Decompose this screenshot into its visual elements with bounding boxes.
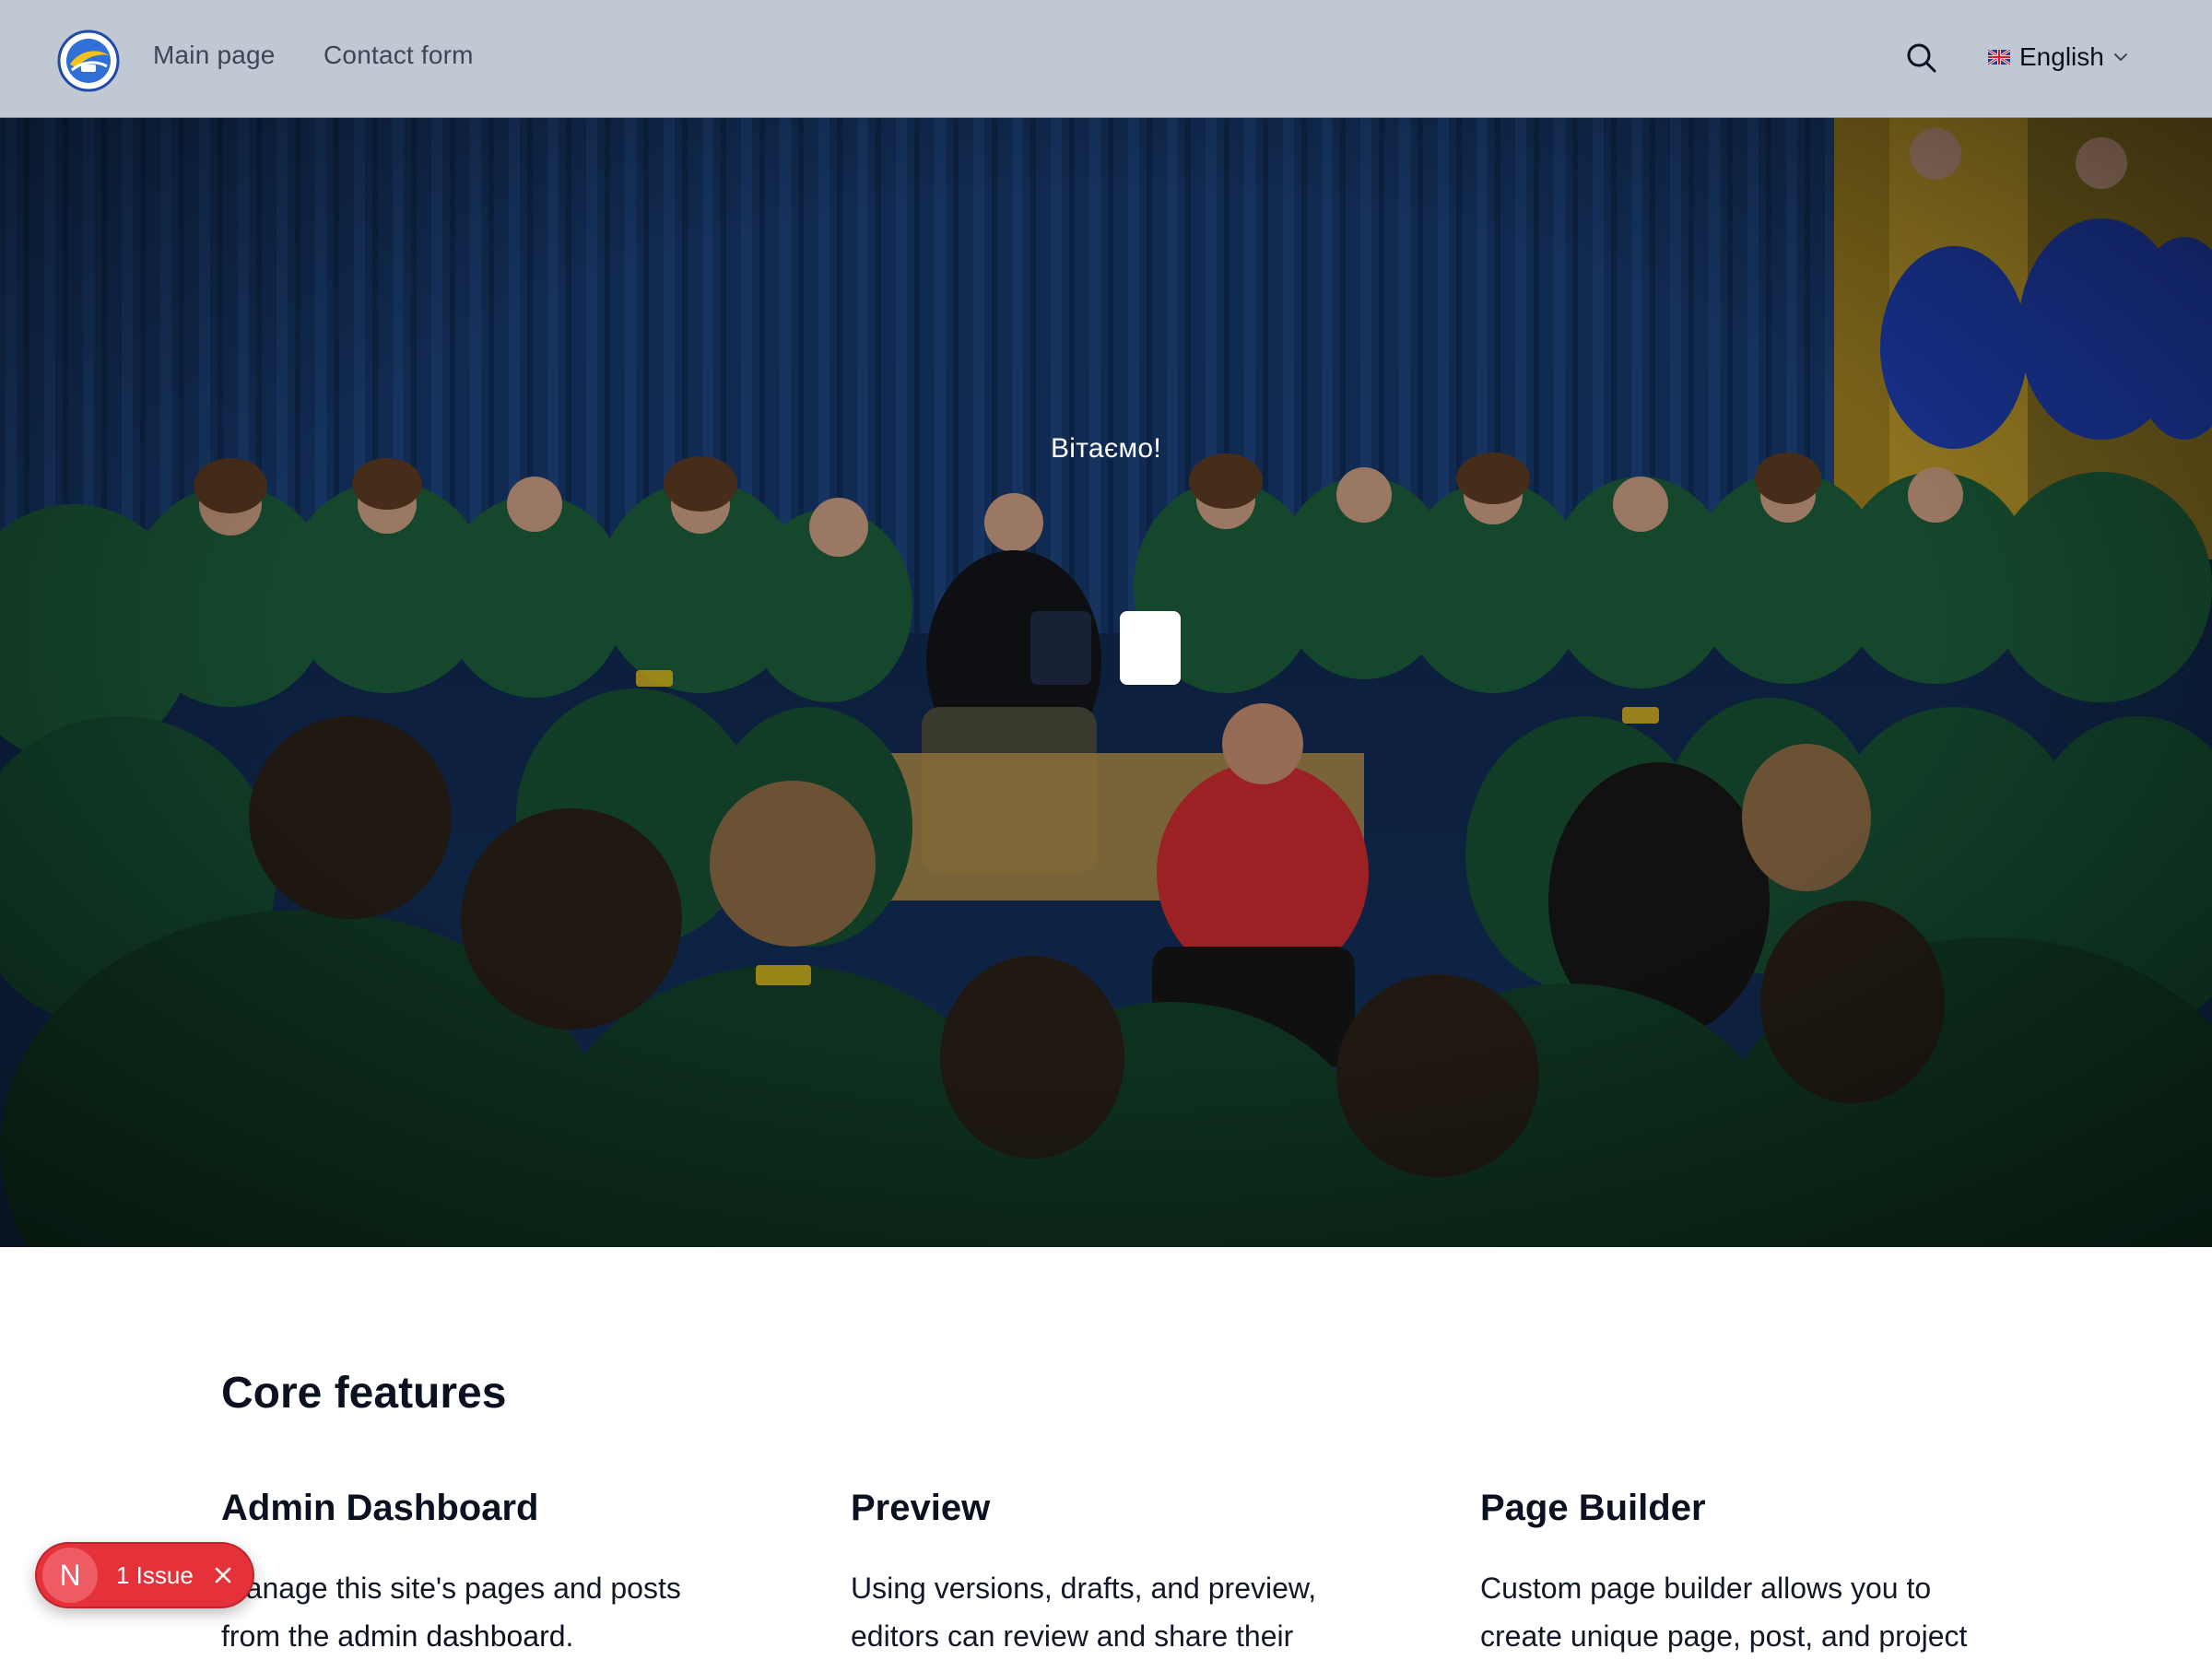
chevron-down-icon xyxy=(2113,53,2127,62)
issues-badge[interactable]: N 1 Issue xyxy=(35,1542,254,1608)
feature-text-part: . xyxy=(565,1619,574,1653)
language-label: English xyxy=(2019,42,2104,71)
nextjs-logo-icon: N xyxy=(42,1548,98,1603)
feature-text: Custom page builder allows you to create… xyxy=(1480,1572,1968,1653)
issue-count: 1 Issue xyxy=(116,1560,194,1589)
hero-photo xyxy=(0,117,2212,1247)
hero-button-light[interactable] xyxy=(1120,611,1181,685)
nav-main-page[interactable]: Main page xyxy=(153,41,276,70)
search-icon[interactable] xyxy=(1906,42,1937,74)
feature-title: Admin Dashboard xyxy=(221,1488,539,1528)
site-header: Main page Contact form English xyxy=(0,0,2212,118)
feature-page-builder: Page Builder Custom page builder allows … xyxy=(1480,1488,1996,1660)
feature-title: Preview xyxy=(851,1488,991,1528)
hero-title: Вітаємо! xyxy=(1050,433,1162,464)
hero-button-dark[interactable] xyxy=(1030,611,1091,685)
language-selector[interactable]: English xyxy=(1988,41,2130,74)
feature-title: Page Builder xyxy=(1480,1488,1706,1528)
feature-preview: Preview Using versions, drafts, and prev… xyxy=(851,1488,1367,1660)
uk-flag-icon xyxy=(1988,50,2010,65)
nav-contact-form[interactable]: Contact form xyxy=(324,41,474,70)
hero-section: Вітаємо! xyxy=(0,117,2212,1247)
feature-admin-dashboard: Admin Dashboard Manage this site's pages… xyxy=(221,1488,737,1660)
site-logo-icon[interactable] xyxy=(57,29,120,92)
admin-dashboard-link[interactable]: admin dashboard xyxy=(337,1619,565,1653)
feature-text: Manage this site's pages and posts from … xyxy=(221,1564,737,1660)
close-icon[interactable] xyxy=(212,1564,234,1586)
feature-text: Using versions, drafts, and preview, edi… xyxy=(851,1572,1317,1653)
features-heading: Core features xyxy=(221,1369,507,1418)
